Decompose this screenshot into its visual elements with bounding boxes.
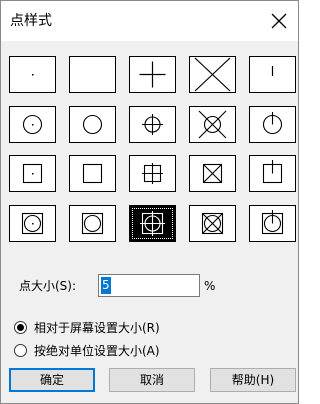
- point-circle-square-tick-icon: [261, 210, 284, 235]
- point-style-dialog: 点样式 点大小(S): 5 % 相对于屏幕设置大小(R) 按绝对单位设置大小(A…: [0, 0, 299, 404]
- ok-button[interactable]: 确定: [9, 368, 95, 392]
- point-circle-square-dot-icon: [21, 212, 44, 235]
- point-circle-square-plus-icon: [140, 211, 165, 236]
- point-tick-icon: [271, 66, 274, 76]
- style-point-circle-tick[interactable]: [249, 106, 296, 143]
- style-point-circle[interactable]: [69, 106, 116, 143]
- style-point-dot[interactable]: [9, 56, 56, 93]
- help-button[interactable]: 帮助(H): [210, 368, 296, 392]
- style-point-square[interactable]: [69, 155, 116, 192]
- point-circle-square-icon: [81, 212, 104, 235]
- radio-relative-label: 相对于屏幕设置大小(R): [34, 321, 160, 335]
- style-point-tick[interactable]: [249, 56, 296, 93]
- percent-unit: %: [204, 279, 216, 293]
- style-point-circle-square-x[interactable]: [189, 205, 236, 242]
- style-point-square-plus[interactable]: [129, 155, 176, 192]
- title-bar: 点样式: [1, 1, 298, 41]
- point-circle-tick-icon: [262, 112, 283, 135]
- point-circle-x-icon: [198, 110, 227, 139]
- point-circle-icon: [82, 114, 103, 135]
- point-square-icon: [82, 163, 103, 184]
- close-icon[interactable]: [268, 10, 290, 32]
- cancel-button[interactable]: 取消: [109, 368, 195, 392]
- style-point-circle-square-tick[interactable]: [249, 205, 296, 242]
- point-circle-plus-icon: [142, 114, 163, 135]
- style-point-circle-square-dot[interactable]: [9, 205, 56, 242]
- point-none-icon: [70, 57, 115, 92]
- radio-button[interactable]: [14, 344, 27, 357]
- style-point-square-x[interactable]: [189, 155, 236, 192]
- radio-button[interactable]: [14, 321, 27, 334]
- point-dot-icon: [32, 74, 34, 76]
- point-square-dot-icon: [22, 163, 43, 184]
- point-square-tick-icon: [262, 160, 283, 184]
- point-square-x-icon: [202, 163, 223, 184]
- style-point-circle-square-plus[interactable]: [129, 205, 176, 242]
- point-square-plus-icon: [142, 163, 163, 184]
- radio-absolute-label: 按绝对单位设置大小(A): [34, 344, 160, 358]
- style-point-square-dot[interactable]: [9, 155, 56, 192]
- point-x-icon: [194, 57, 231, 92]
- point-size-label: 点大小(S):: [19, 279, 77, 293]
- point-size-input[interactable]: 5: [98, 274, 200, 297]
- point-size-value: 5: [101, 277, 111, 294]
- style-point-circle-dot[interactable]: [9, 106, 56, 143]
- style-point-plus[interactable]: [129, 56, 176, 93]
- style-point-circle-x[interactable]: [189, 106, 236, 143]
- style-point-square-tick[interactable]: [249, 155, 296, 192]
- style-point-x[interactable]: [189, 56, 236, 93]
- point-plus-icon: [139, 61, 166, 88]
- dialog-title: 点样式: [10, 13, 52, 29]
- style-point-circle-plus[interactable]: [129, 106, 176, 143]
- style-point-circle-square[interactable]: [69, 205, 116, 242]
- point-circle-dot-icon: [22, 114, 43, 135]
- style-point-none[interactable]: [69, 56, 116, 93]
- radio-checked-dot: [17, 324, 24, 331]
- point-circle-square-x-icon: [201, 212, 224, 235]
